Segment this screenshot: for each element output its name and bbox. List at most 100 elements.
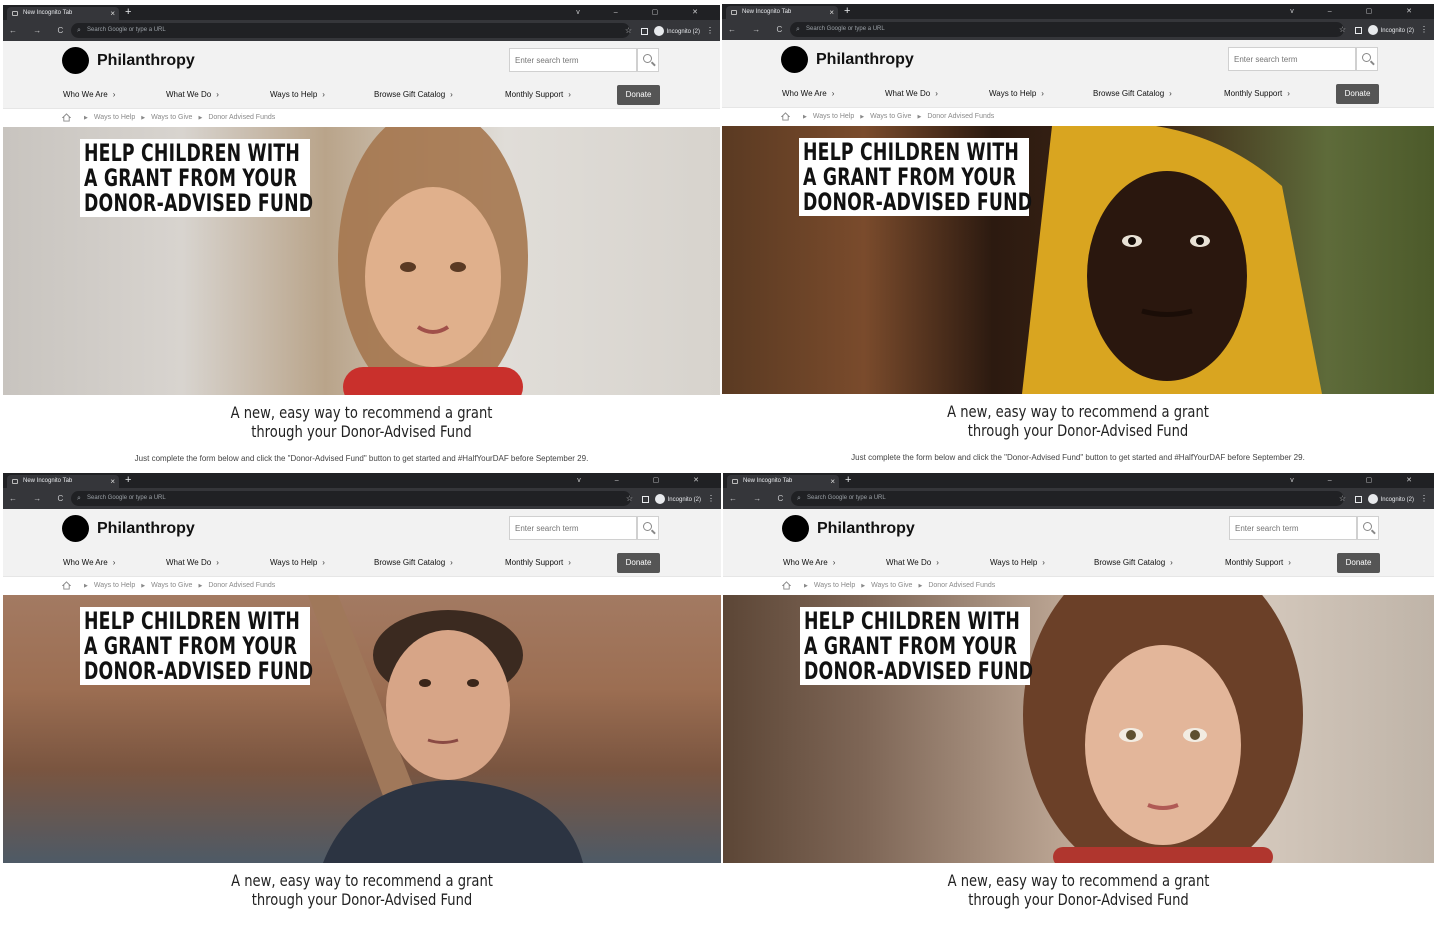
breadcrumb-ways-to-help[interactable]: Ways to Help bbox=[94, 582, 135, 589]
breadcrumb-ways-to-help[interactable]: Ways to Help bbox=[813, 113, 854, 120]
star-icon[interactable]: ☆ bbox=[626, 491, 633, 506]
donate-button[interactable]: Donate bbox=[1336, 84, 1379, 104]
nav-who-we-are[interactable]: Who We Are › bbox=[63, 81, 115, 109]
nav-monthly-support[interactable]: Monthly Support › bbox=[505, 81, 571, 109]
home-icon[interactable] bbox=[62, 581, 71, 590]
breadcrumb-ways-to-give[interactable]: Ways to Give bbox=[151, 114, 192, 121]
browser-window-3: New Incognito Tab × + v – ▢ ✕ ← → C ⌂ ⌕ … bbox=[3, 473, 721, 926]
new-tab-button[interactable]: + bbox=[125, 5, 131, 20]
nav-monthly-support[interactable]: Monthly Support › bbox=[1224, 80, 1290, 108]
profile-label[interactable]: Incognito (2) bbox=[667, 29, 700, 35]
menu-icon[interactable]: ⋮ bbox=[1420, 494, 1428, 503]
omnibox[interactable]: ⌕ Search Google or type a URL ☆ bbox=[790, 22, 1346, 37]
close-tab-icon[interactable]: × bbox=[830, 475, 835, 488]
breadcrumb-ways-to-give[interactable]: Ways to Give bbox=[870, 113, 911, 120]
logo-icon[interactable] bbox=[62, 515, 89, 542]
browser-tab[interactable]: New Incognito Tab × bbox=[727, 475, 839, 488]
logo-icon[interactable] bbox=[781, 46, 808, 73]
chevron-right-icon: › bbox=[832, 558, 836, 567]
nav-browse-gift-catalog[interactable]: Browse Gift Catalog › bbox=[374, 549, 453, 577]
window-controls[interactable]: v – ▢ ✕ bbox=[1290, 4, 1428, 19]
incognito-profile-icon[interactable] bbox=[1367, 494, 1378, 505]
side-panel-icon[interactable] bbox=[640, 27, 648, 35]
browser-tools: Incognito (2) ⋮ bbox=[1354, 19, 1428, 42]
search-input[interactable] bbox=[509, 48, 637, 72]
star-icon[interactable]: ☆ bbox=[1339, 22, 1346, 37]
browser-tab[interactable]: New Incognito Tab × bbox=[726, 6, 838, 19]
chevron-right-icon: › bbox=[322, 90, 325, 99]
subhead-line: through your Donor-Advised Fund bbox=[251, 422, 472, 441]
breadcrumb-ways-to-help[interactable]: Ways to Help bbox=[94, 114, 135, 121]
nav-who-we-are[interactable]: Who We Are › bbox=[783, 549, 835, 577]
nav-what-we-do[interactable]: What We Do › bbox=[166, 549, 219, 577]
side-panel-icon[interactable] bbox=[1354, 495, 1362, 503]
search-button[interactable] bbox=[1357, 516, 1379, 540]
close-tab-icon[interactable]: × bbox=[110, 475, 115, 488]
nav-ways-to-help[interactable]: Ways to Help › bbox=[989, 80, 1044, 108]
omnibox[interactable]: ⌕ Search Google or type a URL ☆ bbox=[71, 491, 633, 506]
donate-button[interactable]: Donate bbox=[617, 85, 660, 105]
star-icon[interactable]: ☆ bbox=[625, 23, 632, 38]
nav-browse-gift-catalog[interactable]: Browse Gift Catalog › bbox=[1094, 549, 1173, 577]
nav-who-we-are[interactable]: Who We Are › bbox=[63, 549, 115, 577]
browser-tab[interactable]: New Incognito Tab × bbox=[7, 475, 119, 488]
incognito-profile-icon[interactable] bbox=[653, 26, 664, 37]
nav-browse-gift-catalog[interactable]: Browse Gift Catalog › bbox=[1093, 80, 1172, 108]
omnibox[interactable]: ⌕ Search Google or type a URL ☆ bbox=[71, 23, 632, 38]
close-tab-icon[interactable]: × bbox=[110, 7, 115, 20]
incognito-profile-icon[interactable] bbox=[654, 494, 665, 505]
browser-tab[interactable]: New Incognito Tab × bbox=[7, 7, 119, 20]
subhead-line: A new, easy way to recommend a grant bbox=[947, 402, 1209, 421]
breadcrumb-ways-to-help[interactable]: Ways to Help bbox=[814, 582, 855, 589]
nav-ways-to-help[interactable]: Ways to Help › bbox=[990, 549, 1045, 577]
search-input[interactable] bbox=[509, 516, 637, 540]
side-panel-icon[interactable] bbox=[641, 495, 649, 503]
search-button[interactable] bbox=[637, 48, 659, 72]
breadcrumb-ways-to-give[interactable]: Ways to Give bbox=[871, 582, 912, 589]
logo-icon[interactable] bbox=[782, 515, 809, 542]
menu-icon[interactable]: ⋮ bbox=[707, 494, 715, 503]
logo-text[interactable]: Philanthropy bbox=[817, 520, 915, 538]
tab-strip: New Incognito Tab × + v – ▢ ✕ bbox=[722, 4, 1434, 19]
search-input[interactable] bbox=[1229, 516, 1357, 540]
profile-label[interactable]: Incognito (2) bbox=[668, 497, 701, 503]
omnibox[interactable]: ⌕ Search Google or type a URL ☆ bbox=[791, 491, 1346, 506]
window-controls[interactable]: v – ▢ ✕ bbox=[577, 473, 715, 488]
donate-button[interactable]: Donate bbox=[617, 553, 660, 573]
search-input[interactable] bbox=[1228, 47, 1356, 71]
window-controls[interactable]: v – ▢ ✕ bbox=[1290, 473, 1428, 488]
logo-text[interactable]: Philanthropy bbox=[816, 51, 914, 69]
menu-icon[interactable]: ⋮ bbox=[706, 26, 714, 35]
new-tab-button[interactable]: + bbox=[845, 473, 851, 488]
home-icon[interactable] bbox=[781, 112, 790, 121]
search-button[interactable] bbox=[1356, 47, 1378, 71]
nav-what-we-do[interactable]: What We Do › bbox=[166, 81, 219, 109]
logo-text[interactable]: Philanthropy bbox=[97, 520, 195, 538]
close-tab-icon[interactable]: × bbox=[829, 6, 834, 19]
nav-label: Ways to Help bbox=[270, 90, 318, 99]
nav-monthly-support[interactable]: Monthly Support › bbox=[505, 549, 571, 577]
breadcrumb-ways-to-give[interactable]: Ways to Give bbox=[151, 582, 192, 589]
window-controls[interactable]: v – ▢ ✕ bbox=[576, 5, 714, 20]
home-icon[interactable] bbox=[782, 581, 791, 590]
nav-what-we-do[interactable]: What We Do › bbox=[886, 549, 939, 577]
incognito-profile-icon[interactable] bbox=[1367, 25, 1378, 36]
nav-ways-to-help[interactable]: Ways to Help › bbox=[270, 81, 325, 109]
nav-browse-gift-catalog[interactable]: Browse Gift Catalog › bbox=[374, 81, 453, 109]
donate-button[interactable]: Donate bbox=[1337, 553, 1380, 573]
new-tab-button[interactable]: + bbox=[125, 473, 131, 488]
star-icon[interactable]: ☆ bbox=[1339, 491, 1346, 506]
nav-monthly-support[interactable]: Monthly Support › bbox=[1225, 549, 1291, 577]
search-button[interactable] bbox=[637, 516, 659, 540]
nav-who-we-are[interactable]: Who We Are › bbox=[782, 80, 834, 108]
home-icon[interactable] bbox=[62, 113, 71, 122]
logo-icon[interactable] bbox=[62, 47, 89, 74]
profile-label[interactable]: Incognito (2) bbox=[1381, 497, 1414, 503]
side-panel-icon[interactable] bbox=[1354, 26, 1362, 34]
profile-label[interactable]: Incognito (2) bbox=[1381, 28, 1414, 34]
menu-icon[interactable]: ⋮ bbox=[1420, 25, 1428, 34]
new-tab-button[interactable]: + bbox=[844, 4, 850, 19]
nav-ways-to-help[interactable]: Ways to Help › bbox=[270, 549, 325, 577]
nav-what-we-do[interactable]: What We Do › bbox=[885, 80, 938, 108]
logo-text[interactable]: Philanthropy bbox=[97, 52, 195, 70]
